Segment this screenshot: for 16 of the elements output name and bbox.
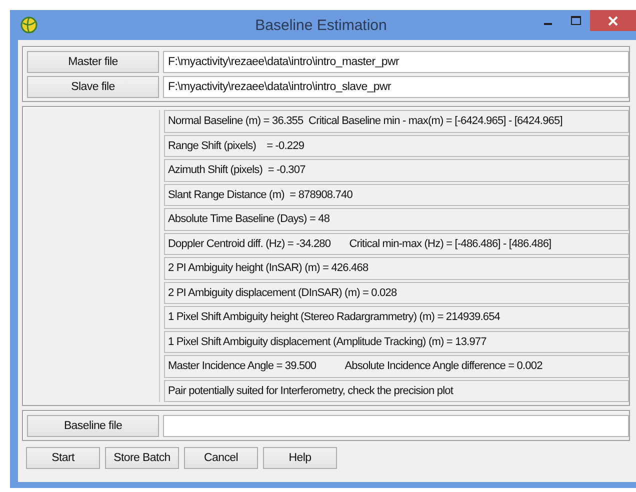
action-button[interactable]: Help	[263, 447, 337, 469]
file-path-field[interactable]: F:\myactivity\rezaee\data\intro\intro_slave_pwr	[163, 76, 629, 98]
close-icon	[608, 16, 618, 26]
action-button[interactable]: Store Batch	[105, 447, 179, 469]
app-globe-icon	[20, 16, 38, 34]
window-title: Baseline Estimation	[254, 16, 388, 34]
action-button[interactable]: Start	[26, 447, 100, 469]
baseline-file-button[interactable]: Baseline file	[27, 415, 159, 437]
action-button[interactable]: Cancel	[184, 447, 258, 469]
file-button[interactable]: Master file	[27, 51, 159, 73]
file-path-field[interactable]: F:\myactivity\rezaee\data\intro\intro_master_pwr	[163, 51, 629, 73]
close-button[interactable]	[590, 10, 636, 31]
minimize-icon	[544, 22, 552, 24]
maximize-icon	[571, 16, 581, 26]
file-button[interactable]: Slave file	[27, 76, 159, 98]
baseline-file-field[interactable]	[163, 415, 629, 437]
